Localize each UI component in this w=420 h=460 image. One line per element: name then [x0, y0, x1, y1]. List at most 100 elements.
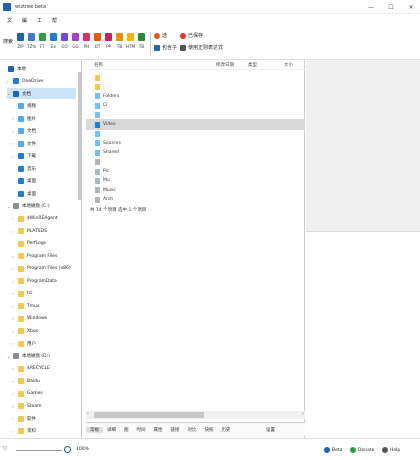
- filetype-filter-button[interactable]: TB: [115, 33, 124, 49]
- tree-node[interactable]: 本地: [2, 63, 26, 74]
- scroll-left-icon[interactable]: ‹: [87, 411, 89, 417]
- option-select[interactable]: 选: [154, 32, 167, 39]
- tree-node[interactable]: › Program Files: [12, 251, 57, 262]
- file-list[interactable]: 名称 修改日期 类型 大小 .. Folders Cl Video Sources Sha…: [86, 60, 305, 438]
- menu-edit[interactable]: 編: [19, 17, 30, 24]
- expand-chevron-icon[interactable]: ›: [12, 229, 17, 234]
- horizontal-scrollbar[interactable]: ‹ ›: [86, 411, 305, 419]
- filetype-filter-button[interactable]: DT: [93, 33, 102, 49]
- tree-node[interactable]: › Steam: [12, 401, 42, 412]
- column-size[interactable]: 大小: [284, 62, 293, 68]
- tree-node[interactable]: › PLATSDS: [12, 226, 47, 237]
- option-saved[interactable]: 已保存: [180, 32, 203, 39]
- filetype-filter-button[interactable]: GG: [71, 33, 80, 49]
- tab-general[interactable]: 常规: [86, 426, 103, 433]
- scroll-right-icon[interactable]: ›: [302, 411, 304, 417]
- tree-node[interactable]: › Xbox: [12, 326, 38, 337]
- expand-chevron-icon[interactable]: ›: [12, 404, 17, 409]
- beta-button[interactable]: Beta: [324, 447, 342, 453]
- tree-node[interactable]: › ProgramData: [12, 276, 57, 287]
- zoom-slider-knob[interactable]: [64, 446, 71, 453]
- filetype-filter-button[interactable]: HTM: [126, 33, 135, 49]
- tree-node[interactable]: › 文件: [12, 138, 36, 149]
- list-item[interactable]: Arch: [86, 194, 305, 205]
- expand-chevron-icon[interactable]: ›: [12, 254, 17, 259]
- maximize-button[interactable]: ☐: [384, 0, 398, 14]
- tab-properties[interactable]: 属性: [150, 427, 167, 433]
- menu-tools[interactable]: 工: [34, 17, 45, 24]
- menu-help[interactable]: 帮: [49, 17, 60, 24]
- tab-history[interactable]: 历史: [218, 427, 235, 433]
- tab-links[interactable]: 链接: [167, 427, 184, 433]
- tree-node[interactable]: › Games: [12, 388, 43, 399]
- tree-node[interactable]: › Tmux: [12, 301, 40, 312]
- tab-snapshot[interactable]: 快照: [201, 427, 218, 433]
- tree-node[interactable]: 桌面: [12, 188, 36, 199]
- tree-node[interactable]: PerfLogs: [12, 238, 46, 249]
- expand-chevron-icon[interactable]: ›: [12, 304, 17, 309]
- column-type[interactable]: 类型: [248, 62, 257, 68]
- tree-node[interactable]: › 图片: [12, 113, 36, 124]
- filetype-filter-button[interactable]: FT: [38, 33, 47, 49]
- filetype-filter-button[interactable]: PH: [82, 33, 91, 49]
- tab-time[interactable]: 时间: [133, 427, 150, 433]
- expand-chevron-icon[interactable]: ⌄: [7, 354, 12, 359]
- expand-chevron-icon[interactable]: ›: [12, 291, 17, 296]
- expand-chevron-icon[interactable]: ›: [12, 216, 17, 221]
- expand-chevron-icon[interactable]: ›: [12, 429, 17, 434]
- tree-node[interactable]: › tcl: [12, 288, 33, 299]
- expand-chevron-icon[interactable]: ›: [7, 79, 12, 84]
- expand-chevron-icon[interactable]: ›: [12, 379, 17, 384]
- close-button[interactable]: ✕: [404, 0, 418, 14]
- expand-chevron-icon[interactable]: ›: [12, 316, 17, 321]
- tree-node[interactable]: › Baidu: [12, 376, 40, 387]
- settings-link[interactable]: 设置: [266, 427, 275, 433]
- option-include-sub[interactable]: 包含子: [154, 44, 177, 51]
- tree-scrollbar-thumb[interactable]: [78, 72, 82, 200]
- tab-details[interactable]: 详细: [103, 427, 120, 433]
- tree-node[interactable]: › OneDrive: [7, 76, 43, 87]
- menu-file[interactable]: 文: [4, 17, 15, 24]
- expand-chevron-icon[interactable]: ›: [12, 329, 17, 334]
- expand-chevron-icon[interactable]: ›: [12, 116, 17, 121]
- tree-node[interactable]: ⌄ 文档: [7, 88, 76, 99]
- expand-chevron-icon[interactable]: ›: [12, 141, 17, 146]
- folder-tree[interactable]: 本地 › OneDrive ⌄ 文档视频 › 图片 › 文档 › 文件 › 下载 音乐桌面 桌面 ⌄ 本地磁盘 …: [0, 60, 82, 438]
- tree-node[interactable]: 桌面: [12, 176, 36, 187]
- tree-node[interactable]: ⌄ 本地磁盘 (C:): [7, 201, 50, 212]
- expand-chevron-icon[interactable]: ⌄: [7, 91, 12, 96]
- tree-node[interactable]: › 文档: [12, 126, 36, 137]
- tab-chart[interactable]: 图: [120, 427, 133, 433]
- column-name[interactable]: 名称: [94, 62, 103, 68]
- minimize-button[interactable]: —: [364, 0, 378, 14]
- filetype-filter-button[interactable]: TB: [137, 33, 146, 49]
- filetype-filter-button[interactable]: GO: [60, 33, 69, 49]
- zoom-slider-track[interactable]: [16, 450, 62, 451]
- tree-node[interactable]: › 资料: [12, 426, 36, 437]
- filetype-filter-button[interactable]: ZIP: [16, 33, 25, 49]
- tree-node[interactable]: › 下载: [12, 151, 36, 162]
- tree-node[interactable]: 音乐: [12, 163, 36, 174]
- tree-node[interactable]: › 用户: [12, 338, 36, 349]
- expand-chevron-icon[interactable]: ›: [12, 366, 17, 371]
- tree-node[interactable]: › Program Files (x86): [12, 263, 71, 274]
- donate-button[interactable]: Donate: [350, 447, 374, 453]
- option-regex[interactable]: 使用正则表达式: [180, 44, 223, 51]
- help-button[interactable]: Help: [382, 447, 400, 453]
- tree-node[interactable]: › $RECYCLE: [12, 363, 50, 374]
- expand-chevron-icon[interactable]: ›: [12, 129, 17, 134]
- expand-chevron-icon[interactable]: ›: [12, 341, 17, 346]
- tab-compare[interactable]: 对比: [184, 427, 201, 433]
- tree-node[interactable]: › 软件: [12, 413, 36, 424]
- filetype-filter-button[interactable]: Ex: [49, 33, 58, 49]
- expand-chevron-icon[interactable]: ›: [12, 154, 17, 159]
- expand-chevron-icon[interactable]: ›: [12, 266, 17, 271]
- filetype-filter-button[interactable]: PP: [104, 33, 113, 49]
- tree-node[interactable]: › Windows: [12, 313, 47, 324]
- horizontal-scroll-thumb[interactable]: [94, 412, 204, 418]
- expand-chevron-icon[interactable]: ›: [12, 391, 17, 396]
- filetype-filter-button[interactable]: 7Z%: [27, 33, 36, 49]
- tree-node[interactable]: 视频: [12, 101, 36, 112]
- expand-chevron-icon[interactable]: ›: [12, 279, 17, 284]
- tree-node[interactable]: ⌄ 本地磁盘 (D:): [7, 351, 50, 362]
